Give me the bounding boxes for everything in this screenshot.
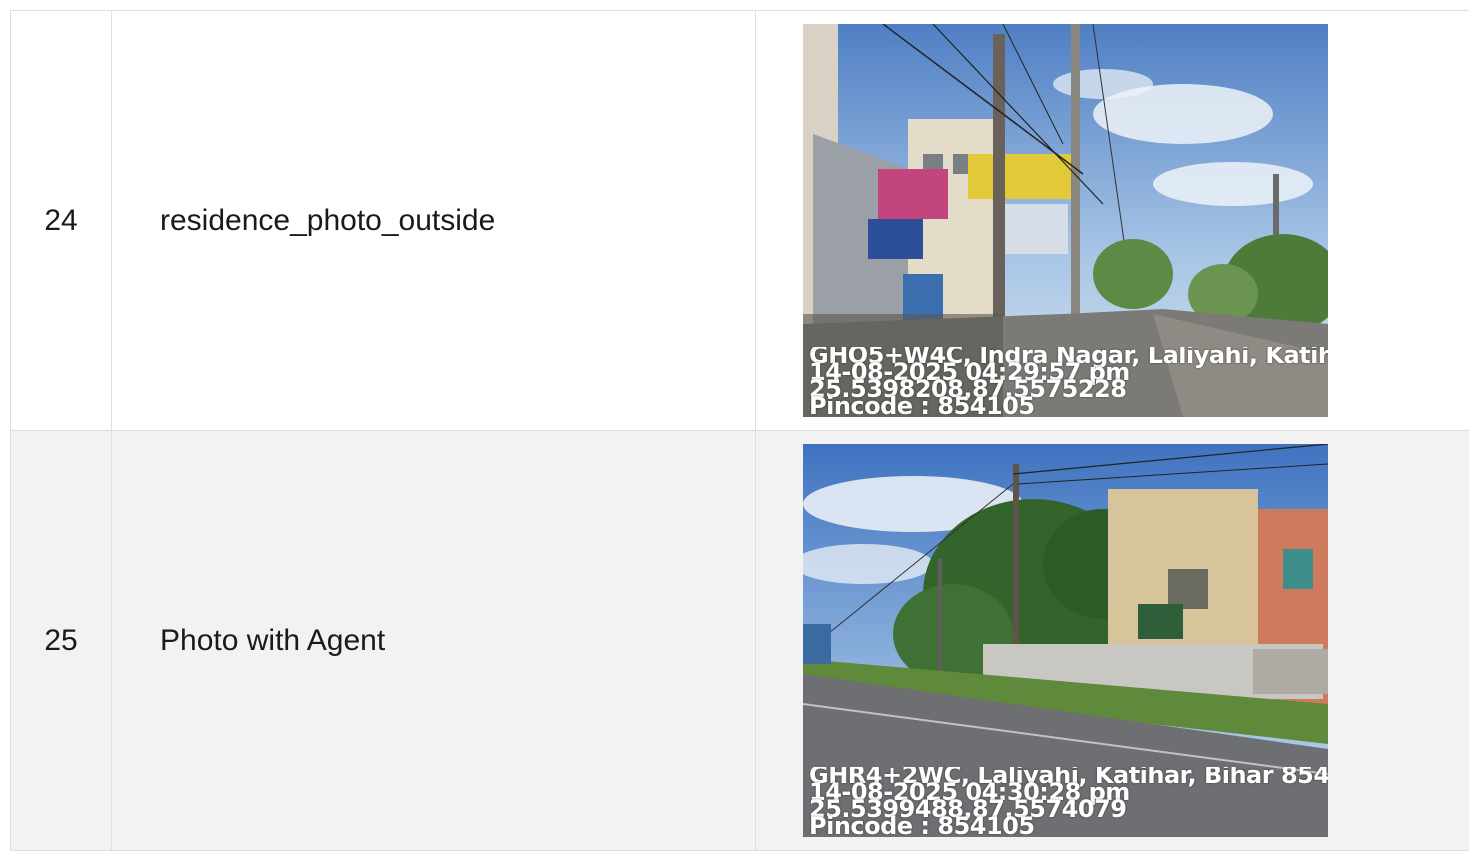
document-label: residence_photo_outside [112, 11, 756, 431]
agent-photo[interactable]: GHR4+2WC, Laliyahi, Katihar, Bihar 85410… [803, 444, 1328, 837]
photo-cell: GHQ5+W4C, Indra Nagar, Laliyahi, Katihar… [756, 11, 1469, 431]
row-number: 25 [11, 431, 112, 851]
photo-cell: GHR4+2WC, Laliyahi, Katihar, Bihar 85410… [756, 431, 1469, 851]
attachment-table: 24 residence_photo_outside [10, 10, 1469, 851]
table-row: 24 residence_photo_outside [11, 11, 1469, 431]
photo-geotag-stamp: GHR4+2WC, Laliyahi, Katihar, Bihar 85410… [809, 767, 1328, 835]
photo-geotag-stamp: GHQ5+W4C, Indra Nagar, Laliyahi, Katihar… [809, 347, 1328, 415]
residence-photo[interactable]: GHQ5+W4C, Indra Nagar, Laliyahi, Katihar… [803, 24, 1328, 417]
table-row: 25 Photo with Agent [11, 431, 1469, 851]
document-label: Photo with Agent [112, 431, 756, 851]
row-number: 24 [11, 11, 112, 431]
